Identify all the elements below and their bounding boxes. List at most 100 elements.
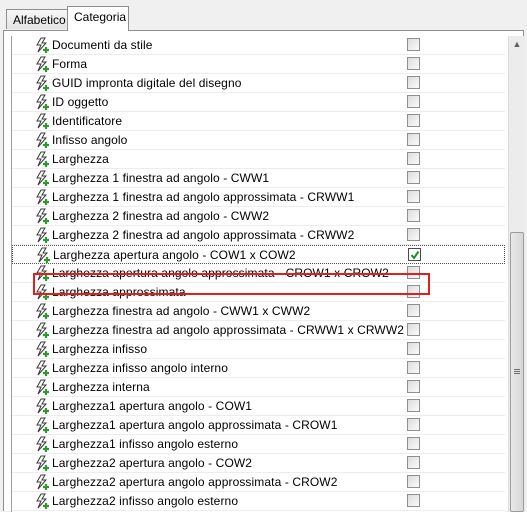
property-lightning-icon <box>35 94 52 111</box>
scrollbar-thumb[interactable] <box>510 232 524 512</box>
property-checkbox[interactable] <box>407 152 420 165</box>
property-row[interactable]: Larghezza2 apertura angolo approssimata … <box>12 473 505 492</box>
property-checkbox[interactable] <box>407 304 420 317</box>
property-lightning-icon <box>35 379 52 396</box>
property-label: Larghezza apertura angolo approssimata -… <box>52 266 389 280</box>
property-lightning-icon <box>35 75 52 92</box>
property-lightning-icon <box>36 247 53 264</box>
scroll-up-icon[interactable]: ▲ <box>509 36 525 53</box>
property-label: Larghezza interna <box>52 380 150 394</box>
property-row[interactable]: Larghezza interna <box>12 378 505 397</box>
property-row[interactable]: ID oggetto <box>12 93 505 112</box>
property-row[interactable]: Documenti da stile <box>12 36 505 55</box>
property-row[interactable]: GUID impronta digitale del disegno <box>12 74 505 93</box>
property-label: Larghezza2 apertura angolo approssimata … <box>52 475 338 489</box>
tab-categoria[interactable]: Categoria <box>67 6 129 31</box>
property-checkbox[interactable] <box>407 380 420 393</box>
property-checkbox[interactable] <box>407 171 420 184</box>
property-lightning-icon <box>35 493 52 510</box>
property-row[interactable]: Larghezza finestra ad angolo approssimat… <box>12 321 505 340</box>
property-lightning-icon <box>35 417 52 434</box>
property-label: Larghezza 1 finestra ad angolo approssim… <box>52 190 355 204</box>
property-checkbox[interactable] <box>407 342 420 355</box>
property-checkbox[interactable] <box>407 266 420 279</box>
property-checkbox[interactable] <box>407 361 420 374</box>
property-row[interactable]: Larghezza <box>12 150 505 169</box>
property-row[interactable]: Larghezza 2 finestra ad angolo approssim… <box>12 226 505 245</box>
property-checkbox[interactable] <box>407 114 420 127</box>
property-row[interactable]: Infisso angolo <box>12 131 505 150</box>
property-label: Larghezza1 apertura angolo - COW1 <box>52 399 253 413</box>
property-label: ID oggetto <box>52 95 109 109</box>
property-row[interactable]: Larghezza1 apertura angolo - COW1 <box>12 397 505 416</box>
property-lightning-icon <box>35 56 52 73</box>
property-lightning-icon <box>35 341 52 358</box>
property-row[interactable]: Larghezza1 apertura angolo approssimata … <box>12 416 505 435</box>
property-checkbox[interactable] <box>407 456 420 469</box>
property-label: Infisso angolo <box>52 133 128 147</box>
property-checkbox[interactable] <box>407 190 420 203</box>
property-checkbox[interactable] <box>407 38 420 51</box>
property-checkbox[interactable] <box>407 209 420 222</box>
property-row[interactable]: Larghezza 2 finestra ad angolo - CWW2 <box>12 207 505 226</box>
property-checkbox[interactable] <box>407 76 420 89</box>
property-label: Forma <box>52 57 88 71</box>
property-row[interactable]: Larghezza1 infisso angolo esterno <box>12 435 505 454</box>
property-checkbox[interactable] <box>407 399 420 412</box>
property-lightning-icon <box>35 151 52 168</box>
property-lightning-icon <box>35 360 52 377</box>
property-row[interactable]: Larghezza 1 finestra ad angolo approssim… <box>12 188 505 207</box>
property-lightning-icon <box>35 265 52 282</box>
property-checkbox[interactable] <box>407 228 420 241</box>
property-row[interactable]: Forma <box>12 55 505 74</box>
property-row[interactable]: Larghezza infisso <box>12 340 505 359</box>
property-checkbox[interactable] <box>407 57 420 70</box>
property-checkbox[interactable] <box>407 475 420 488</box>
property-lightning-icon <box>35 132 52 149</box>
property-label: Larghezza 1 finestra ad angolo - CWW1 <box>52 171 270 185</box>
property-label: Documenti da stile <box>52 38 153 52</box>
property-label: GUID impronta digitale del disegno <box>52 76 242 90</box>
property-lightning-icon <box>35 436 52 453</box>
property-lightning-icon <box>35 113 52 130</box>
tab-alfabetico[interactable]: Alfabetico <box>6 9 68 29</box>
property-row[interactable]: Larghezza2 infisso angolo esterno <box>12 492 505 511</box>
property-checkbox[interactable] <box>407 418 420 431</box>
property-lightning-icon <box>35 37 52 54</box>
property-lightning-icon <box>35 322 52 339</box>
property-checkbox[interactable] <box>408 248 421 261</box>
property-label: Larghezza2 infisso angolo esterno <box>52 494 239 508</box>
property-lightning-icon <box>35 170 52 187</box>
property-row[interactable]: Larghezza approssimata <box>12 283 505 302</box>
property-lightning-icon <box>35 189 52 206</box>
property-row[interactable]: Larghezza finestra ad angolo - CWW1 x CW… <box>12 302 505 321</box>
vertical-scrollbar[interactable]: ▲ <box>508 36 525 512</box>
property-checkbox[interactable] <box>407 494 420 507</box>
property-row[interactable]: Larghezza apertura angolo - COW1 x COW2 <box>12 245 505 264</box>
property-checkbox[interactable] <box>407 133 420 146</box>
property-lightning-icon <box>35 284 52 301</box>
property-lightning-icon <box>35 227 52 244</box>
property-label: Larghezza infisso <box>52 342 148 356</box>
property-row[interactable]: Larghezza 1 finestra ad angolo - CWW1 <box>12 169 505 188</box>
property-checkbox[interactable] <box>407 323 420 336</box>
property-row[interactable]: Identificatore <box>12 112 505 131</box>
property-lightning-icon <box>35 474 52 491</box>
property-label: Larghezza 2 finestra ad angolo approssim… <box>52 228 355 242</box>
property-row[interactable]: Larghezza infisso angolo interno <box>12 359 505 378</box>
property-row[interactable]: Larghezza2 apertura angolo - COW2 <box>12 454 505 473</box>
property-checkbox[interactable] <box>407 285 420 298</box>
property-row[interactable]: Larghezza apertura angolo approssimata -… <box>12 264 505 283</box>
property-label: Larghezza apertura angolo - COW1 x COW2 <box>53 248 296 262</box>
property-lightning-icon <box>35 303 52 320</box>
property-label: Larghezza1 apertura angolo approssimata … <box>52 418 338 432</box>
property-checkbox[interactable] <box>407 437 420 450</box>
property-list: Documenti da stile Forma GUID impronta dig… <box>11 36 505 512</box>
tab-panel: Documenti da stile Forma GUID impronta dig… <box>3 30 525 512</box>
property-label: Larghezza2 apertura angolo - COW2 <box>52 456 253 470</box>
property-label: Larghezza <box>52 152 109 166</box>
property-checkbox[interactable] <box>407 95 420 108</box>
property-lightning-icon <box>35 208 52 225</box>
property-label: Larghezza 2 finestra ad angolo - CWW2 <box>52 209 270 223</box>
property-label: Larghezza approssimata <box>52 285 186 299</box>
